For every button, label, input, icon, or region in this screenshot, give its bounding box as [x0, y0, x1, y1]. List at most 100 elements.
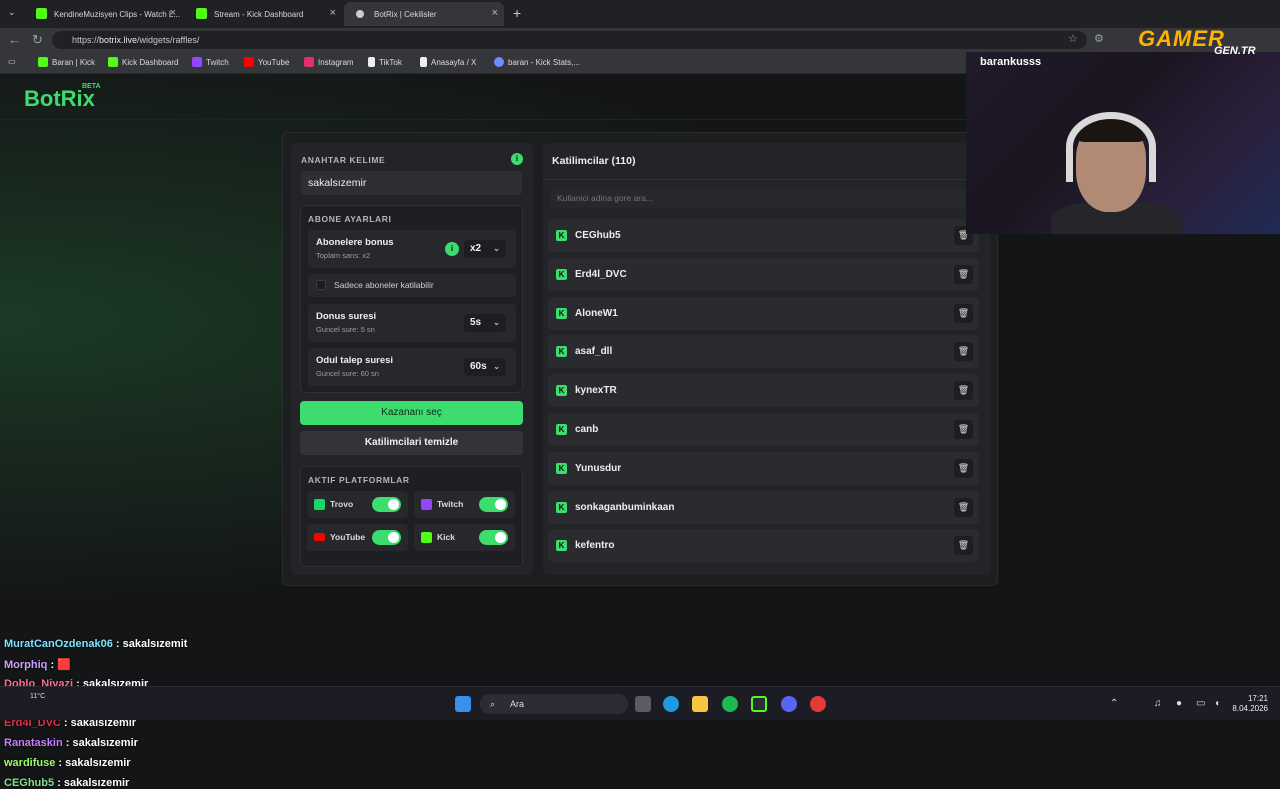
bookmark-label: Anasayfa / X	[431, 57, 477, 67]
chat-message: CEGhub5 : sakalsızemir	[4, 777, 129, 789]
participant-search-input[interactable]	[550, 188, 985, 208]
edge-icon[interactable]	[663, 696, 679, 712]
volume-icon[interactable]: ◖	[1214, 698, 1220, 709]
tiktok-icon	[368, 57, 375, 67]
bookmark-baran-kick[interactable]: Baran | Kick	[38, 57, 95, 67]
info-icon[interactable]: i	[445, 242, 459, 256]
time: 17:21	[1247, 694, 1268, 703]
trovo-toggle[interactable]	[372, 497, 401, 512]
discord-icon[interactable]	[781, 696, 797, 712]
chat-message: Morphiq : 🟥	[4, 658, 71, 671]
participant-name: CEGhub5	[575, 230, 621, 241]
file-explorer-icon[interactable]	[692, 696, 708, 712]
trash-icon[interactable]: 🗑	[954, 497, 973, 517]
trash-icon[interactable]: 🗑	[954, 458, 973, 478]
keyword-input[interactable]: sakalsızemir	[301, 171, 522, 195]
select-value: x2	[470, 243, 482, 254]
trash-icon[interactable]: 🗑	[954, 303, 973, 323]
participants-panel: Katilimcilar (110) KCEGhub5🗑KErd4l_DVC🗑K…	[543, 143, 991, 575]
trash-icon[interactable]: 🗑	[954, 536, 973, 556]
bookmark-youtube[interactable]: YouTube	[244, 57, 289, 67]
kick-icon	[421, 532, 432, 543]
participant-row: KkynexTR 🗑	[548, 374, 979, 408]
extensions-icon[interactable]: ⚙	[1094, 32, 1104, 45]
kick-icon: K	[556, 307, 567, 319]
close-icon[interactable]: ×	[170, 7, 176, 19]
weather-widget[interactable]: 11°C	[30, 693, 45, 700]
bookmark-label: Twitch	[206, 57, 229, 67]
stats-icon	[494, 57, 504, 67]
subs-only-checkbox[interactable]	[316, 280, 326, 290]
clear-participants-button[interactable]: Katilimcilari temizle	[300, 431, 523, 455]
spin-duration-row: Donus suresi Guncel sure: 5 sn 5s ⌄	[308, 304, 516, 342]
app-icon[interactable]	[751, 696, 767, 712]
platform-kick: Kick	[414, 524, 515, 551]
bookmark-tiktok[interactable]: TikTok	[368, 57, 402, 67]
participant-row: K CEGhub5 🗑	[548, 219, 979, 252]
close-icon[interactable]: ×	[330, 7, 336, 19]
bookmark-star-icon[interactable]: ☆	[1068, 32, 1078, 45]
app-icon[interactable]	[810, 696, 826, 712]
url-prefix: https://	[72, 35, 100, 45]
claim-time-subtitle: Guncel sure: 60 sn	[316, 369, 379, 378]
tab-kick-clips[interactable]: KendineMuzisyen Clips - Watch L... ×	[24, 2, 182, 26]
select-value: 60s	[470, 361, 487, 372]
subs-only-row[interactable]: Sadece aboneler katilabilir	[308, 274, 516, 297]
spin-duration-select[interactable]: 5s ⌄	[464, 314, 506, 332]
twitch-icon	[192, 57, 202, 67]
start-icon[interactable]	[455, 696, 471, 712]
toggle-knob	[388, 499, 399, 510]
url-path: /widgets/raffles/	[137, 35, 200, 45]
platform-twitch: Twitch	[414, 491, 515, 518]
sidebar-toggle-icon[interactable]: ▭	[8, 57, 16, 66]
bonus-multiplier-select[interactable]: x2 ⌄	[464, 240, 506, 258]
claim-time-row: Odul talep suresi Guncel sure: 60 sn 60s…	[308, 348, 516, 386]
kick-icon: K	[556, 462, 567, 474]
bookmark-instagram[interactable]: Instagram	[304, 57, 354, 67]
new-tab-icon[interactable]: +	[513, 5, 521, 21]
bookmark-twitch[interactable]: Twitch	[192, 57, 229, 67]
beta-badge: BETA	[82, 83, 101, 90]
trash-icon[interactable]: 🗑	[954, 342, 973, 362]
streamer-username: barankusss	[980, 56, 1042, 68]
toggle-knob	[495, 532, 506, 543]
kick-icon	[196, 8, 207, 19]
bookmark-label: TikTok	[379, 57, 402, 67]
trash-icon[interactable]: 🗑	[954, 264, 973, 284]
subscriber-settings: ABONE AYARLARI Abonelere bonus Toplam sa…	[300, 205, 523, 393]
kick-toggle[interactable]	[479, 530, 508, 545]
close-icon[interactable]: ×	[492, 7, 498, 19]
info-icon[interactable]: i	[511, 153, 523, 165]
back-icon[interactable]: ←	[8, 32, 21, 47]
bookmark-kick-dashboard[interactable]: Kick Dashboard	[108, 57, 178, 67]
task-view-icon[interactable]	[635, 696, 651, 712]
pick-winner-button[interactable]: Kazananı seç	[300, 401, 523, 425]
trovo-icon	[314, 499, 325, 510]
tab-list-icon[interactable]: ⌄	[8, 7, 16, 18]
bookmark-x[interactable]: Anasayfa / X	[420, 57, 476, 67]
twitch-toggle[interactable]	[479, 497, 508, 512]
tab-botrix[interactable]: BotRix | Cekilisler ×	[344, 2, 504, 26]
trash-icon[interactable]: 🗑	[954, 420, 973, 439]
url-field[interactable]: https://botrix.live/widgets/raffles/	[52, 31, 1087, 49]
chevron-up-icon[interactable]: ⌃	[1110, 698, 1118, 709]
chat-username: wardifuse	[4, 756, 56, 769]
trash-icon[interactable]: 🗑	[954, 381, 973, 401]
mic-icon[interactable]: ●	[1176, 698, 1182, 709]
tab-kick-dashboard[interactable]: Stream - Kick Dashboard ×	[184, 2, 342, 26]
chat-text: : sakalsızemir	[58, 756, 131, 769]
claim-time-select[interactable]: 60s ⌄	[464, 358, 506, 376]
bookmark-kick-stats[interactable]: baran - Kick Stats,...	[494, 57, 580, 67]
participant-name: sonkaganbuminkaan	[575, 501, 675, 513]
network-icon[interactable]: ▭	[1196, 698, 1205, 709]
participant-row: Kasaf_dll 🗑	[548, 335, 979, 369]
tab-label: KendineMuzisyen Clips - Watch L...	[54, 9, 180, 19]
participant-row: K AloneW1 🗑	[548, 296, 979, 330]
reload-icon[interactable]: ↻	[32, 32, 43, 48]
search-label: Ara	[510, 699, 525, 709]
clock[interactable]: 17:21 8.04.2026	[1232, 694, 1268, 714]
youtube-toggle[interactable]	[372, 530, 401, 545]
taskbar-search[interactable]: ⌕ Ara	[480, 694, 628, 714]
headphones-icon[interactable]: ♫	[1154, 698, 1162, 709]
spotify-icon[interactable]	[722, 696, 738, 712]
